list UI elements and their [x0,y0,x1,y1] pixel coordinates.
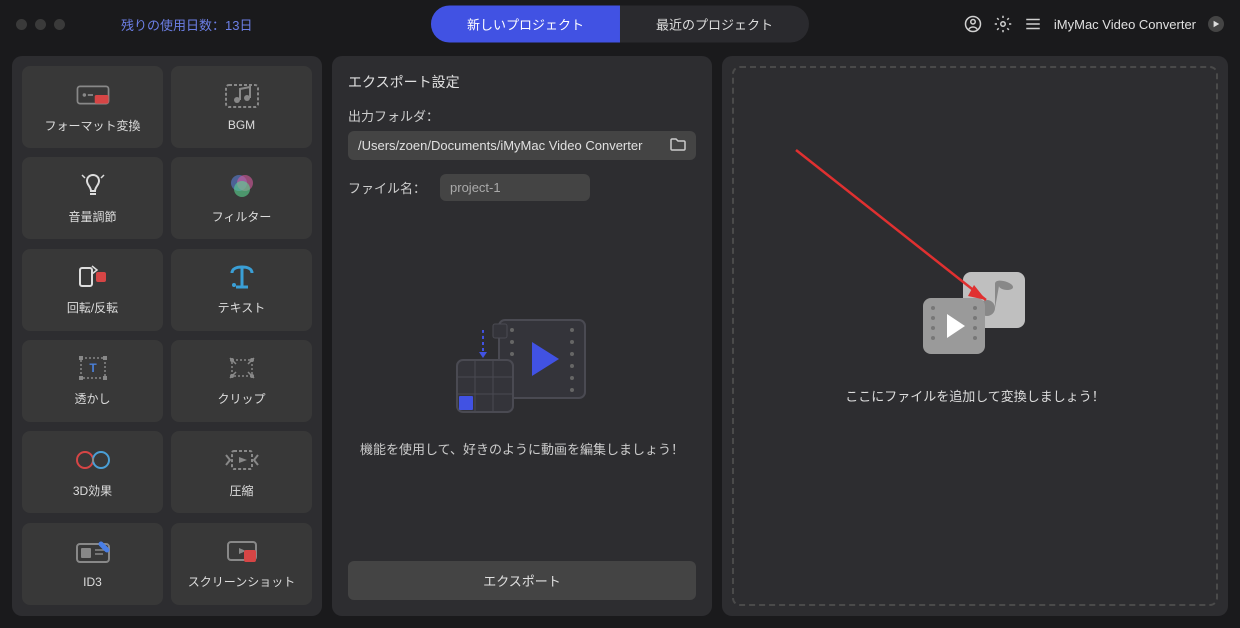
minimize-window-button[interactable] [35,19,46,30]
app-title: iMyMac Video Converter [1054,17,1196,32]
filename-input[interactable] [440,174,590,201]
dropzone-panel: ここにファイルを追加して変換しましょう！ [722,56,1228,616]
output-folder-label: 出力フォルダ： [348,106,696,125]
output-folder-path: /Users/zoen/Documents/iMyMac Video Conve… [358,138,662,153]
tool-watermark[interactable]: T 透かし [22,340,163,422]
export-settings-panel: エクスポート設定 出力フォルダ： /Users/zoen/Documents/i… [332,56,712,616]
volume-icon [74,172,112,200]
tool-filter[interactable]: フィルター [171,157,312,239]
tool-3d[interactable]: 3D効果 [22,431,163,513]
tool-volume[interactable]: 音量調節 [22,157,163,239]
settings-icon[interactable] [994,15,1012,33]
arrow-annotation-icon [786,140,1016,330]
svg-text:T: T [89,361,97,375]
tool-bgm[interactable]: BGM [171,66,312,148]
filter-icon [223,172,261,200]
tool-label: 透かし [74,390,110,407]
tool-label: 3D効果 [73,482,112,499]
output-folder-row[interactable]: /Users/zoen/Documents/iMyMac Video Conve… [348,131,696,160]
tool-screenshot[interactable]: スクリーンショット [171,523,312,605]
tool-label: BGM [228,118,255,132]
tools-sidebar: フォーマット変換 BGM 音量調節 フィルター 回転/反転 [12,56,322,616]
tool-rotate-flip[interactable]: 回転/反転 [22,249,163,331]
titlebar-right: iMyMac Video Converter [964,15,1224,33]
tab-new-project[interactable]: 新しいプロジェクト [431,6,620,43]
maximize-window-button[interactable] [54,19,65,30]
id3-icon [74,539,112,567]
tool-label: 音量調節 [68,208,116,225]
trial-remaining-label: 残りの使用日数：13日 [121,15,252,34]
crop-icon [223,354,261,382]
tool-label: スクリーンショット [188,573,295,590]
bgm-icon [223,82,261,110]
watermark-icon: T [74,354,112,382]
threed-icon [74,446,112,474]
main-content: フォーマット変換 BGM 音量調節 フィルター 回転/反転 [0,48,1240,628]
tool-label: フィルター [212,208,272,225]
tool-id3[interactable]: ID3 [22,523,163,605]
screenshot-icon [223,537,261,565]
tool-label: フォーマット変換 [44,117,140,134]
edit-illustration-icon [447,312,597,422]
tool-label: クリップ [217,390,265,407]
dropzone[interactable]: ここにファイルを追加して変換しましょう！ [732,66,1218,606]
window-controls [16,19,65,30]
tab-recent-project[interactable]: 最近のプロジェクト [620,6,809,43]
text-icon [223,263,261,291]
edit-illustration: 機能を使用して、好きのように動画を編集しましょう！ [348,211,696,561]
export-panel-title: エクスポート設定 [348,72,696,92]
tool-label: 圧縮 [229,482,253,499]
tool-text[interactable]: テキスト [171,249,312,331]
tool-label: ID3 [83,575,102,589]
format-convert-icon [74,81,112,109]
tool-clip[interactable]: クリップ [171,340,312,422]
rotate-icon [74,263,112,291]
tool-label: 回転/反転 [67,299,118,316]
compress-icon [223,446,261,474]
browse-folder-icon[interactable] [670,137,686,154]
dropzone-caption: ここにファイルを追加して変換しましょう！ [845,386,1105,405]
close-window-button[interactable] [16,19,27,30]
tool-compress[interactable]: 圧縮 [171,431,312,513]
app-logo-icon [1208,16,1224,32]
tool-label: テキスト [218,299,266,316]
export-button[interactable]: エクスポート [348,561,696,600]
tool-format-convert[interactable]: フォーマット変換 [22,66,163,148]
menu-icon[interactable] [1024,15,1042,33]
titlebar: 残りの使用日数：13日 新しいプロジェクト 最近のプロジェクト iMyMac V… [0,0,1240,48]
edit-caption: 機能を使用して、好きのように動画を編集しましょう！ [360,440,684,461]
project-tabs: 新しいプロジェクト 最近のプロジェクト [431,6,809,43]
filename-label: ファイル名： [348,178,426,197]
account-icon[interactable] [964,15,982,33]
